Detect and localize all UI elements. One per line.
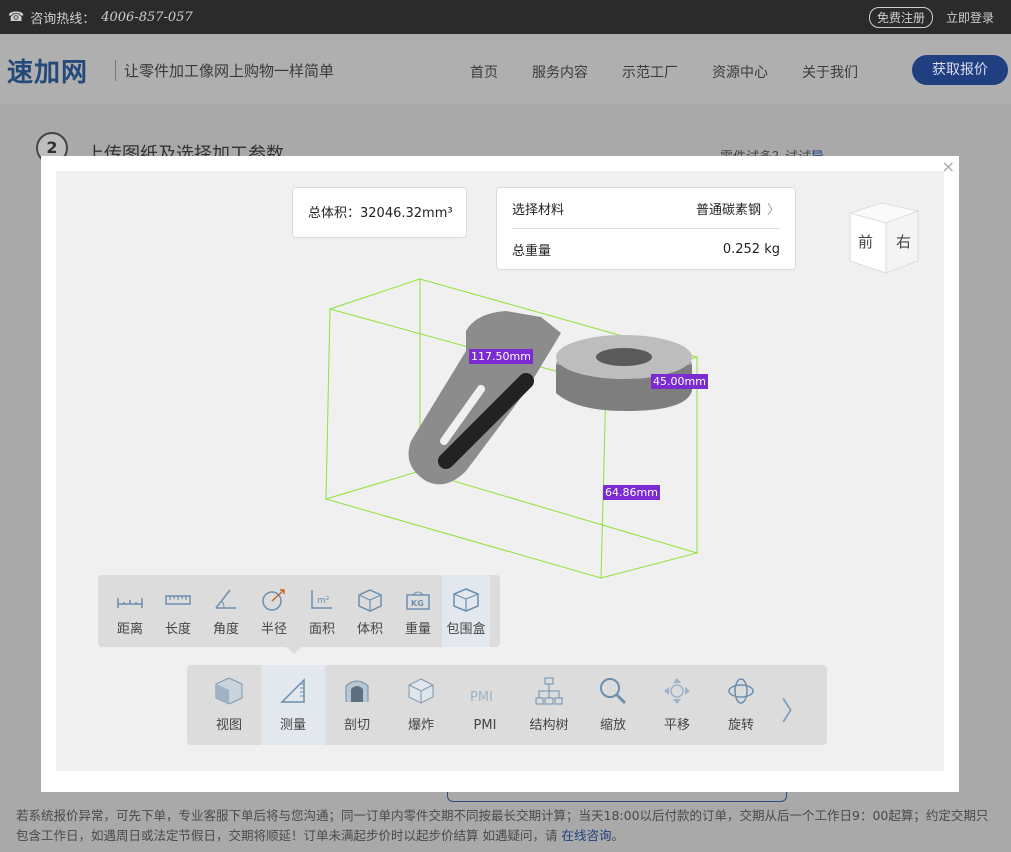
- footer-notice: 若系统报价异常，可先下单，专业客服下单后将与您沟通；同一订单内零件交期不同按最长…: [16, 806, 996, 846]
- nav-resources[interactable]: 资源中心: [712, 62, 768, 82]
- view-cube[interactable]: 前 右: [846, 199, 922, 279]
- get-quote-button[interactable]: 获取报价: [912, 55, 1008, 85]
- section-icon: [345, 680, 369, 702]
- area-icon: m²: [311, 590, 332, 609]
- tool-zoom-label: 缩放: [599, 718, 626, 733]
- nav-services[interactable]: 服务内容: [532, 62, 588, 82]
- tool-rotate-label: 旋转: [727, 718, 754, 733]
- part-model[interactable]: [316, 271, 716, 591]
- volume-label: 总体积：: [308, 206, 361, 221]
- part-geometry: [408, 311, 692, 485]
- angle-icon: [215, 589, 236, 609]
- measure-distance-label: 距离: [116, 622, 143, 637]
- pmi-icon: PMI: [470, 690, 493, 705]
- nav-demo-factory[interactable]: 示范工厂: [622, 62, 678, 82]
- tool-explode-label: 爆炸: [407, 718, 434, 733]
- measure-radius-label: 半径: [260, 622, 287, 637]
- tool-pan-label: 平移: [663, 718, 690, 733]
- bounding-box-icon: [453, 588, 479, 612]
- footer-notice-text: 若系统报价异常，可先下单，专业客服下单后将与您沟通；同一订单内零件交期不同按最长…: [16, 808, 989, 843]
- weight-label: 总重量: [512, 243, 552, 259]
- viewer-toolbar: 视图 测量 剖切 爆炸 PMI PMI 结构树 缩放 平移 旋转 〉: [187, 665, 827, 745]
- cube-front-label: 前: [858, 233, 873, 251]
- tool-section-button[interactable]: 剖切: [325, 665, 389, 745]
- material-select[interactable]: 选择材料 普通碳素钢〉: [512, 189, 780, 229]
- structure-tree-icon: [535, 677, 563, 705]
- measure-volume-label: 体积: [356, 622, 383, 637]
- measure-radius-button[interactable]: 半径: [250, 575, 298, 647]
- model-viewer-modal: × 总体积：32046.32mm³ 选择材料 普通碳素钢〉 总重量 0.252 …: [41, 156, 959, 792]
- cube-right-label: 右: [896, 233, 911, 251]
- tool-view-label: 视图: [215, 718, 242, 733]
- tool-zoom-button[interactable]: 缩放: [581, 665, 645, 745]
- view-icon: [215, 677, 243, 705]
- site-header: 速加网 让零件加工像网上购物一样简单 首页 服务内容 示范工厂 资源中心 关于我…: [0, 34, 1011, 104]
- measure-distance-button[interactable]: 距离: [106, 575, 154, 647]
- explode-icon: [408, 678, 434, 704]
- nav-about[interactable]: 关于我们: [802, 62, 858, 82]
- tool-pmi-label: PMI: [473, 718, 497, 733]
- weight-row: 总重量 0.252 kg: [512, 229, 780, 269]
- online-consult-link[interactable]: 在线咨询: [561, 828, 611, 843]
- toolbar-next-arrow-icon[interactable]: 〉: [781, 691, 807, 728]
- measure-area-button[interactable]: m² 面积: [298, 575, 346, 647]
- tool-explode-button[interactable]: 爆炸: [389, 665, 453, 745]
- measure-length-label: 长度: [164, 622, 191, 637]
- radius-icon: [262, 589, 285, 611]
- volume-value: 32046.32mm³: [360, 206, 453, 221]
- measure-toolbar: 距离 长度 角度 半径 m² 面积 体积 KG 重量 包围盒: [98, 575, 500, 647]
- volume-card: 总体积：32046.32mm³: [292, 187, 467, 238]
- tool-structure-tree-button[interactable]: 结构树: [517, 665, 581, 745]
- tool-measure-button[interactable]: 测量: [261, 665, 325, 745]
- 3d-viewer[interactable]: 总体积：32046.32mm³ 选择材料 普通碳素钢〉 总重量 0.252 kg…: [56, 171, 944, 771]
- length-icon: [165, 595, 191, 605]
- measure-length-button[interactable]: 长度: [154, 575, 202, 647]
- dimension-height-label: 45.00mm: [651, 374, 708, 389]
- tool-pan-button[interactable]: 平移: [645, 665, 709, 745]
- tool-view-button[interactable]: 视图: [197, 665, 261, 745]
- tool-section-label: 剖切: [343, 718, 370, 733]
- measure-area-label: 面积: [308, 622, 335, 637]
- submenu-pointer: [286, 647, 302, 654]
- measure-angle-label: 角度: [212, 622, 239, 637]
- rotate-icon: [728, 678, 754, 704]
- weight-value: 0.252 kg: [722, 241, 780, 257]
- tool-pmi-button[interactable]: PMI PMI: [453, 665, 517, 745]
- zoom-icon: [600, 678, 627, 705]
- phone-icon: ☎: [8, 10, 25, 25]
- material-card: 选择材料 普通碳素钢〉 总重量 0.252 kg: [496, 187, 796, 270]
- pmi-icon-text: PMI: [470, 690, 493, 705]
- dimension-length-label: 117.50mm: [469, 349, 533, 364]
- nav-home[interactable]: 首页: [470, 62, 498, 82]
- weight-icon-text: KG: [411, 599, 424, 608]
- login-link[interactable]: 立即登录: [946, 9, 994, 26]
- measure-icon: [280, 678, 305, 703]
- pan-icon: [664, 678, 690, 704]
- measure-weight-label: 重量: [404, 622, 431, 637]
- distance-icon: [117, 598, 143, 608]
- site-logo[interactable]: 速加网: [7, 52, 88, 89]
- slogan: 让零件加工像网上购物一样简单: [115, 60, 334, 81]
- material-value: 普通碳素钢: [695, 203, 761, 218]
- hotline-number: 4006-857-057: [101, 10, 193, 25]
- dimension-depth-label: 64.86mm: [603, 485, 660, 500]
- measure-angle-button[interactable]: 角度: [202, 575, 250, 647]
- top-bar: ☎ 咨询热线： 4006-857-057 免费注册 立即登录: [0, 0, 1011, 34]
- chevron-right-icon: 〉: [766, 203, 780, 218]
- footer-end: 。: [611, 828, 624, 843]
- tool-structure-tree-label: 结构树: [529, 718, 569, 733]
- hotline: ☎ 咨询热线： 4006-857-057: [8, 8, 193, 27]
- weight-icon: KG: [406, 591, 430, 610]
- tool-measure-label: 测量: [279, 718, 306, 733]
- measure-bounding-box-label: 包围盒: [446, 622, 486, 637]
- hotline-label: 咨询热线：: [30, 12, 96, 27]
- tool-rotate-button[interactable]: 旋转: [709, 665, 773, 745]
- area-icon-text: m²: [317, 596, 330, 606]
- register-button[interactable]: 免费注册: [869, 7, 934, 28]
- volume-icon: [358, 589, 382, 612]
- measure-bounding-box-button[interactable]: 包围盒: [442, 575, 490, 647]
- material-label: 选择材料: [512, 203, 565, 218]
- measure-volume-button[interactable]: 体积: [346, 575, 394, 647]
- measure-weight-button[interactable]: KG 重量: [394, 575, 442, 647]
